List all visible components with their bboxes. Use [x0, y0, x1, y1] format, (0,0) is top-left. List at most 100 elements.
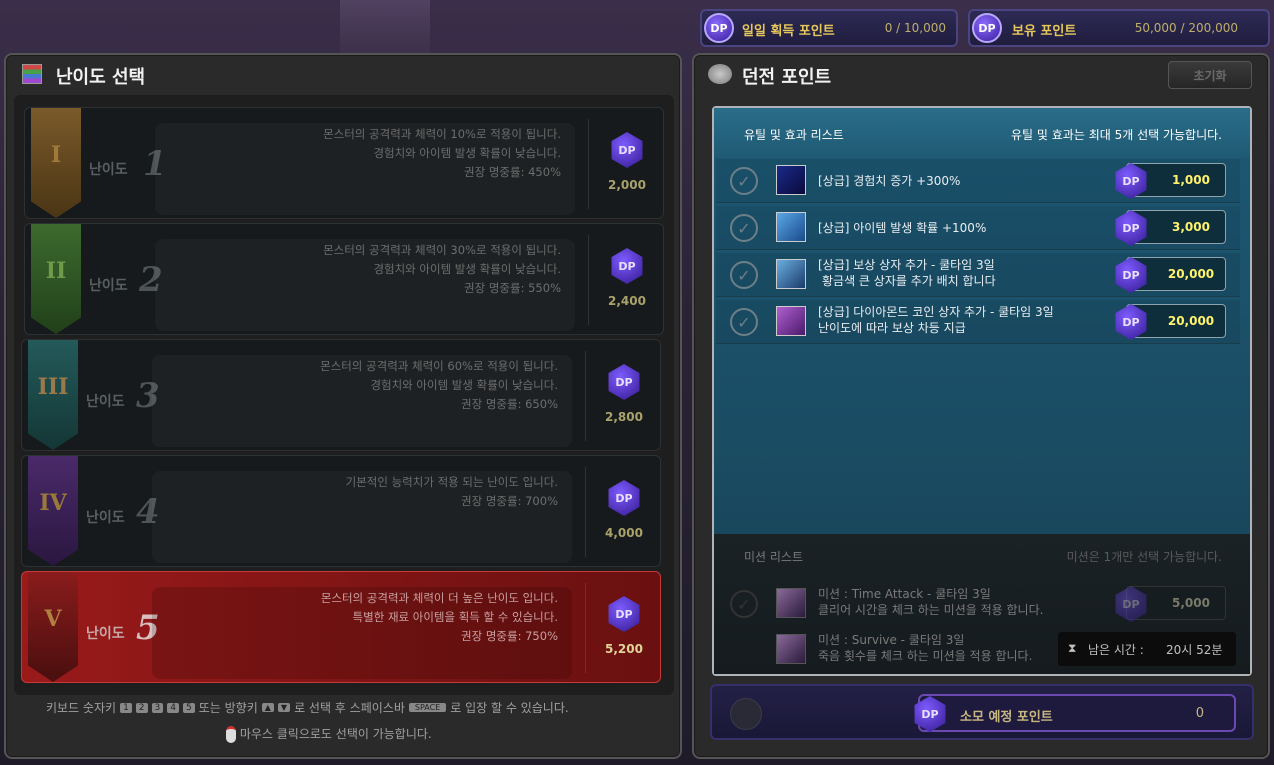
effect-list-header: 유틸 및 효과 리스트 유틸 및 효과는 최대 5개 선택 가능합니다. — [714, 108, 1250, 158]
check-icon[interactable]: ✓ — [730, 214, 758, 242]
roman-numeral: V — [44, 606, 62, 632]
effect-price-value: 20,000 — [1167, 267, 1215, 281]
hourglass-icon: ⧗ — [1068, 641, 1077, 655]
roman-numeral: III — [37, 374, 69, 400]
difficulty-list-icon — [22, 64, 42, 84]
help-text: 마우스 클릭으로도 선택이 가능합니다. — [239, 727, 432, 741]
divider — [588, 235, 589, 325]
description-line: 권장 명중률: 550% — [464, 281, 561, 295]
difficulty-label: 난이도 — [86, 510, 125, 526]
difficulty-description-box: 몬스터의 공격력과 체력이 더 높은 난이도 입니다. 특별한 재료 아이템을 … — [152, 587, 572, 679]
difficulty-row-2[interactable]: II 난이도 2 몬스터의 공격력과 체력이 30%로 적용이 됩니다. 경험치… — [24, 223, 664, 335]
difficulty-label: 난이도 — [86, 626, 125, 642]
dp-icon: DP — [914, 696, 946, 732]
help-text: 키보드 숫자키 — [46, 701, 117, 715]
roman-numeral: I — [50, 142, 62, 168]
mission-list-note: 미션은 1개만 선택 가능합니다. — [1066, 550, 1222, 564]
difficulty-description-box: 몬스터의 공격력과 체력이 30%로 적용이 됩니다. 경험치와 아이템 발생 … — [155, 239, 575, 331]
reset-button[interactable]: 초기화 — [1168, 61, 1252, 89]
roman-numeral: II — [45, 258, 67, 284]
effect-item[interactable]: ✓ [상급] 경험치 증가 +300% DP 1,000 — [716, 159, 1240, 203]
difficulty-description-box: 몬스터의 공격력과 체력이 10%로 적용이 됩니다. 경험치와 아이템 발생 … — [155, 123, 575, 215]
remaining-time-value: 20시 52분 — [1166, 643, 1223, 657]
effect-item[interactable]: ✓ [상급] 아이템 발생 확률 +100% DP 3,000 — [716, 206, 1240, 250]
effect-price: DP 1,000 — [1115, 163, 1226, 199]
arrow-down-key: ▼ — [277, 703, 291, 712]
check-icon[interactable]: ✓ — [730, 308, 758, 336]
difficulty-banner: III — [28, 340, 78, 450]
daily-points-label: 일일 획득 포인트 — [742, 24, 835, 39]
consume-icon — [730, 698, 762, 730]
description-line: 몬스터의 공격력과 체력이 10%로 적용이 됩니다. — [323, 127, 561, 141]
difficulty-row-1[interactable]: I 난이도 1 몬스터의 공격력과 체력이 10%로 적용이 됩니다. 경험치와… — [24, 107, 664, 219]
check-icon[interactable]: ✓ — [730, 167, 758, 195]
effect-item[interactable]: ✓ [상급] 다이아몬드 코인 상자 추가 - 쿨타임 3일 난이도에 따라 보… — [716, 300, 1240, 344]
keyboard-help: 키보드 숫자키 1 2 3 4 5 또는 방향키 ▲ ▼ 로 선택 후 스페이스… — [46, 699, 666, 716]
space-key: SPACE — [408, 703, 447, 712]
mouse-icon — [226, 726, 236, 743]
difficulty-cost: 2,400 — [608, 294, 646, 308]
effect-list-note: 유틸 및 효과는 최대 5개 선택 가능합니다. — [1011, 128, 1222, 142]
key-5: 5 — [183, 702, 195, 713]
divider — [588, 119, 589, 209]
effect-name: [상급] 경험치 증가 +300% — [818, 174, 961, 188]
mission-list: 미션 리스트 미션은 1개만 선택 가능합니다. ✓ 미션 : Time Att… — [714, 534, 1250, 674]
owned-points-label: 보유 포인트 — [1012, 24, 1077, 39]
description-line: 경험치와 아이템 발생 확률이 낮습니다. — [370, 378, 558, 392]
difficulty-banner: V — [28, 572, 78, 682]
effect-price: DP 20,000 — [1115, 304, 1226, 340]
time-attack-icon — [776, 588, 806, 618]
background-tower — [340, 0, 430, 60]
difficulty-row-5-selected[interactable]: V 난이도 5 몬스터의 공격력과 체력이 더 높은 난이도 입니다. 특별한 … — [21, 571, 661, 683]
effect-list-title: 유틸 및 효과 리스트 — [744, 128, 844, 142]
difficulty-description-box: 기본적인 능력치가 적용 되는 난이도 입니다. 권장 명중률: 700% — [152, 471, 572, 563]
daily-points-value: 0 / 10,000 — [884, 21, 946, 35]
difficulty-cost: 5,200 — [605, 642, 643, 656]
description-line: 몬스터의 공격력과 체력이 30%로 적용이 됩니다. — [323, 243, 561, 257]
difficulty-row-4[interactable]: IV 난이도 4 기본적인 능력치가 적용 되는 난이도 입니다. 권장 명중률… — [21, 455, 661, 567]
remaining-time-label: 남은 시간 : — [1088, 643, 1144, 657]
diamond-coin-icon — [776, 306, 806, 336]
remaining-time-tooltip: ⧗ 남은 시간 : 20시 52분 — [1058, 632, 1236, 666]
key-3: 3 — [151, 702, 164, 713]
dp-icon: DP — [1115, 163, 1147, 199]
dp-icon: DP — [608, 596, 640, 632]
mission-item[interactable]: ✓ 미션 : Time Attack - 쿨타임 3일 클리어 시간을 체크 하… — [716, 582, 1240, 626]
divider — [585, 351, 586, 441]
consume-points-value: 0 — [1195, 706, 1204, 721]
description-line: 몬스터의 공격력과 체력이 더 높은 난이도 입니다. — [320, 591, 558, 605]
check-icon[interactable]: ✓ — [730, 590, 758, 618]
reward-chest-icon — [776, 259, 806, 289]
effect-price-value: 3,000 — [1172, 220, 1210, 234]
effect-item[interactable]: ✓ [상급] 보상 상자 추가 - 쿨타임 3일 황금색 큰 상자를 추가 배치… — [716, 253, 1240, 297]
effect-price-value: 1,000 — [1172, 173, 1210, 187]
difficulty-banner: IV — [28, 456, 78, 566]
item-drop-icon — [776, 212, 806, 242]
description-line: 특별한 재료 아이템을 획득 할 수 있습니다. — [352, 610, 558, 624]
description-line: 권장 명중률: 750% — [461, 629, 558, 643]
mission-name: 미션 : Time Attack - 쿨타임 3일 — [818, 587, 991, 601]
mission-item[interactable]: 미션 : Survive - 쿨타임 3일 죽음 횟수를 체크 하는 미션을 적… — [716, 628, 1240, 672]
mission-price-value: 5,000 — [1172, 596, 1210, 610]
effect-desc: 난이도에 따라 보상 차등 지급 — [818, 321, 966, 335]
daily-points-bar: DP 일일 획득 포인트 0 / 10,000 — [700, 9, 958, 47]
key-1: 1 — [120, 702, 132, 713]
help-text: 또는 방향키 — [198, 701, 258, 715]
effect-price: DP 3,000 — [1115, 210, 1226, 246]
dp-icon: DP — [611, 132, 643, 168]
effect-name: [상급] 보상 상자 추가 - 쿨타임 3일 — [818, 258, 995, 272]
dp-icon: DP — [611, 248, 643, 284]
dp-icon: DP — [608, 480, 640, 516]
check-icon[interactable]: ✓ — [730, 261, 758, 289]
difficulty-banner: II — [31, 224, 81, 334]
effect-list-container: 유틸 및 효과 리스트 유틸 및 효과는 최대 5개 선택 가능합니다. ✓ [… — [712, 106, 1252, 676]
difficulty-row-3[interactable]: III 난이도 3 몬스터의 공격력과 체력이 60%로 적용이 됩니다. 경험… — [21, 339, 661, 451]
exp-icon — [776, 165, 806, 195]
difficulty-cost: 2,000 — [608, 178, 646, 192]
arrow-up-key: ▲ — [261, 703, 274, 712]
help-text: 로 선택 후 스페이스바 — [294, 701, 405, 715]
dp-icon: DP — [1115, 304, 1147, 340]
difficulty-label: 난이도 — [86, 394, 125, 410]
mouse-help: 마우스 클릭으로도 선택이 가능합니다. — [226, 725, 432, 743]
dp-icon: DP — [1115, 210, 1147, 246]
